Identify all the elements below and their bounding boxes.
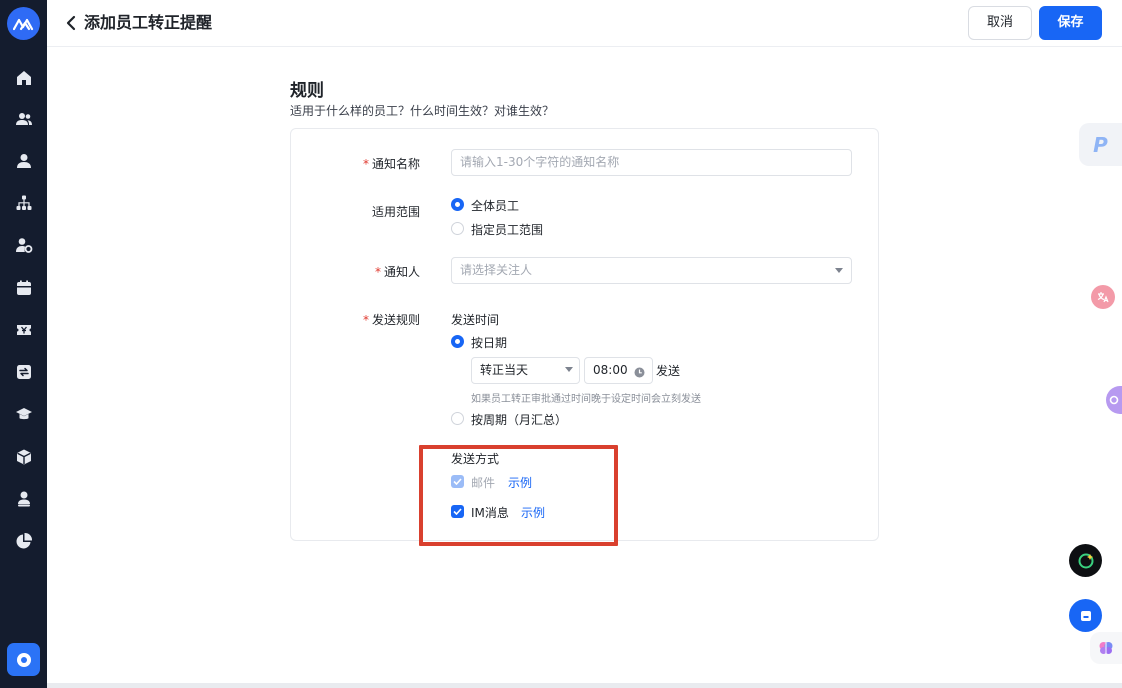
sidebar	[0, 0, 47, 688]
page-title: 添加员工转正提醒	[84, 13, 213, 32]
app-logo[interactable]	[7, 7, 40, 40]
notice-name-input[interactable]: 请输入1-30个字符的通知名称	[451, 149, 852, 176]
clock-icon	[634, 363, 645, 382]
back-button[interactable]	[61, 12, 81, 34]
logo-icon	[12, 18, 33, 30]
scope-all-radio[interactable]	[451, 198, 464, 211]
send-rule-label: * 发送规则	[362, 313, 420, 327]
users-icon[interactable]	[13, 108, 34, 129]
scope-all-label[interactable]: 全体员工	[471, 197, 519, 214]
chat-icon	[1080, 610, 1091, 621]
required-mark: *	[362, 313, 369, 327]
by-period-label[interactable]: 按周期（月汇总）	[471, 411, 567, 428]
ai-sparkle-button[interactable]	[1069, 544, 1102, 577]
notice-name-label: * 通知名称	[362, 157, 420, 171]
swap-icon[interactable]	[13, 361, 34, 382]
by-date-label[interactable]: 按日期	[471, 334, 507, 351]
chevron-down-icon	[565, 367, 573, 372]
notifier-label: * 通知人	[374, 265, 420, 279]
page-header: 添加员工转正提醒 取消 保存	[47, 0, 1122, 47]
send-suffix: 发送	[656, 364, 681, 378]
box-icon[interactable]	[13, 446, 34, 467]
settings-button[interactable]	[7, 643, 40, 676]
by-period-radio[interactable]	[451, 412, 464, 425]
org-chart-icon[interactable]	[13, 192, 34, 213]
user-settings-icon[interactable]	[13, 234, 34, 255]
graduation-icon[interactable]	[13, 403, 34, 424]
by-date-radio[interactable]	[451, 335, 464, 348]
date-select[interactable]: 转正当天	[471, 357, 580, 384]
scope-label: 适用范围	[371, 205, 420, 219]
p-icon: P	[1093, 132, 1108, 157]
assistant-tab-button[interactable]	[1106, 386, 1122, 414]
chevron-down-icon	[835, 268, 843, 273]
chevron-left-icon	[66, 15, 76, 31]
translate-button[interactable]	[1091, 285, 1115, 309]
send-time-title: 发送时间	[451, 313, 500, 327]
sparkle-icon	[1078, 553, 1093, 568]
required-mark: *	[374, 265, 381, 279]
p-widget-button[interactable]: P	[1079, 123, 1122, 166]
save-button[interactable]: 保存	[1039, 6, 1102, 40]
translate-icon	[1097, 292, 1109, 303]
section-description: 适用于什么样的员工？什么时间生效？对谁生效？	[290, 104, 555, 118]
required-mark: *	[362, 157, 369, 171]
calendar-icon[interactable]	[13, 277, 34, 298]
person-icon[interactable]	[13, 488, 34, 509]
chat-button[interactable]	[1069, 599, 1102, 632]
cancel-button[interactable]: 取消	[968, 6, 1032, 40]
scope-specific-radio[interactable]	[451, 222, 464, 235]
brain-icon	[1099, 642, 1113, 654]
send-time-hint: 如果员工转正审批通过时间晚于设定时间会立刻发送	[471, 394, 701, 405]
bottom-scrollbar[interactable]	[47, 683, 1122, 688]
notifier-select[interactable]: 请选择关注人	[451, 257, 852, 284]
ticket-icon[interactable]	[13, 319, 34, 340]
brain-button[interactable]	[1090, 632, 1122, 664]
settings-icon	[16, 652, 31, 667]
user-icon[interactable]	[13, 150, 34, 171]
scope-specific-label[interactable]: 指定员工范围	[471, 221, 543, 238]
highlight-box	[419, 445, 618, 546]
home-icon[interactable]	[13, 67, 34, 88]
section-title: 规则	[290, 81, 324, 101]
pie-chart-icon[interactable]	[13, 530, 34, 551]
assistant-icon	[1109, 395, 1119, 405]
